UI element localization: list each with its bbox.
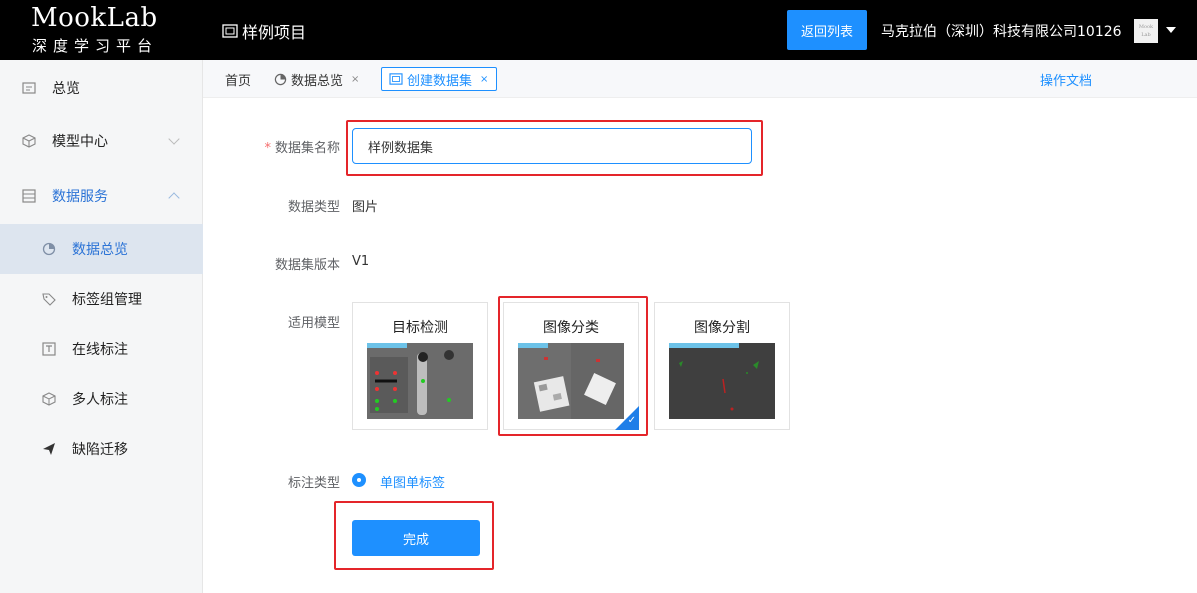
tab-data-overview[interactable]: 数据总览 ×: [274, 67, 359, 91]
sidebar-item-label: 在线标注: [72, 342, 128, 358]
dataset-version-label: 数据集版本: [274, 258, 340, 273]
model-card-title: 目标检测: [392, 320, 448, 336]
sidebar-item-data-overview[interactable]: 数据总览: [0, 224, 203, 274]
sidebar-item-label: 缺陷迁移: [72, 442, 128, 458]
docs-link[interactable]: 操作文档: [1040, 70, 1092, 89]
sidebar-item-overview[interactable]: 总览: [0, 63, 203, 113]
sidebar-item-label: 模型中心: [52, 134, 108, 150]
chevron-up-icon: [168, 192, 180, 204]
avatar[interactable]: Mook Lab: [1134, 19, 1158, 43]
dataset-version-value: V1: [352, 254, 370, 269]
annotation-type-label: 标注类型: [287, 476, 340, 491]
logo[interactable]: MookLab 深度学习平台: [0, 0, 203, 60]
sidebar-item-label: 数据服务: [52, 189, 108, 205]
tab-home[interactable]: 首页: [225, 67, 251, 91]
sidebar-item-label: 总览: [52, 81, 80, 97]
highlight-box: [334, 501, 494, 570]
highlight-box: [346, 120, 763, 176]
chevron-down-icon: [168, 133, 180, 145]
sidebar-item-data-service[interactable]: 数据服务: [0, 171, 203, 221]
segmentation-sample-image: [669, 343, 775, 419]
close-icon[interactable]: ×: [480, 74, 488, 85]
dataset-name-label: * 数据集名称: [240, 137, 340, 156]
dataset-icon: [389, 73, 403, 85]
dashboard-icon: [22, 82, 36, 94]
company-name: 马克拉伯（深圳）科技有限公司10126: [881, 24, 1122, 40]
sidebar-item-label: 数据总览: [72, 242, 128, 258]
pie-chart-icon: [274, 73, 287, 85]
tab-create-dataset[interactable]: 创建数据集 ×: [381, 67, 498, 91]
data-type-value: 图片: [352, 200, 379, 215]
text-box-icon: [42, 342, 56, 356]
back-to-list-button[interactable]: 返回列表: [787, 10, 867, 50]
detection-sample-image: [367, 343, 473, 419]
pie-chart-icon: [42, 242, 56, 256]
users-cube-icon: [42, 392, 56, 406]
sidebar-item-multi-annotation[interactable]: 多人标注: [0, 374, 203, 424]
sidebar-item-model-center[interactable]: 模型中心: [0, 116, 203, 166]
model-card-segmentation[interactable]: 图像分割: [654, 302, 790, 430]
tags-icon: [42, 293, 56, 306]
project-title: 样例项目: [222, 20, 306, 42]
model-card-detection[interactable]: 目标检测: [352, 302, 488, 430]
applicable-model-label: 适用模型: [287, 316, 340, 331]
sidebar: 总览 模型中心 数据服务 数据总览 标签组管理 在线标注 多人标注 缺陷迁移: [0, 60, 203, 593]
logo-main-text: MookLab: [31, 3, 158, 33]
annotation-type-option[interactable]: 单图单标签: [380, 472, 445, 491]
user-menu-caret-icon[interactable]: [1166, 27, 1176, 33]
data-type-label: 数据类型: [287, 200, 340, 215]
cube-icon: [22, 134, 36, 148]
required-mark: *: [264, 141, 271, 156]
sidebar-item-online-annotation[interactable]: 在线标注: [0, 324, 203, 374]
tab-label: 数据总览: [291, 73, 344, 89]
sidebar-item-label: 多人标注: [72, 392, 128, 408]
top-bar: MookLab 深度学习平台 样例项目 返回列表 马克拉伯（深圳）科技有限公司1…: [0, 0, 1197, 60]
dataset-name-label-text: 数据集名称: [274, 141, 340, 156]
project-title-text: 样例项目: [242, 23, 307, 42]
annotation-type-radio[interactable]: [352, 473, 366, 487]
tab-label: 创建数据集: [407, 73, 473, 89]
sidebar-item-label-groups[interactable]: 标签组管理: [0, 274, 203, 324]
sidebar-item-defect-transfer[interactable]: 缺陷迁移: [0, 424, 203, 474]
database-icon: [22, 189, 36, 203]
close-icon[interactable]: ×: [351, 74, 359, 85]
dataset-icon: [222, 24, 238, 38]
highlight-box: [498, 296, 648, 436]
send-icon: [43, 443, 55, 455]
tab-label: 首页: [225, 73, 252, 89]
logo-sub-text: 深度学习平台: [32, 37, 159, 55]
model-card-title: 图像分割: [694, 320, 750, 336]
sidebar-item-label: 标签组管理: [72, 292, 142, 308]
